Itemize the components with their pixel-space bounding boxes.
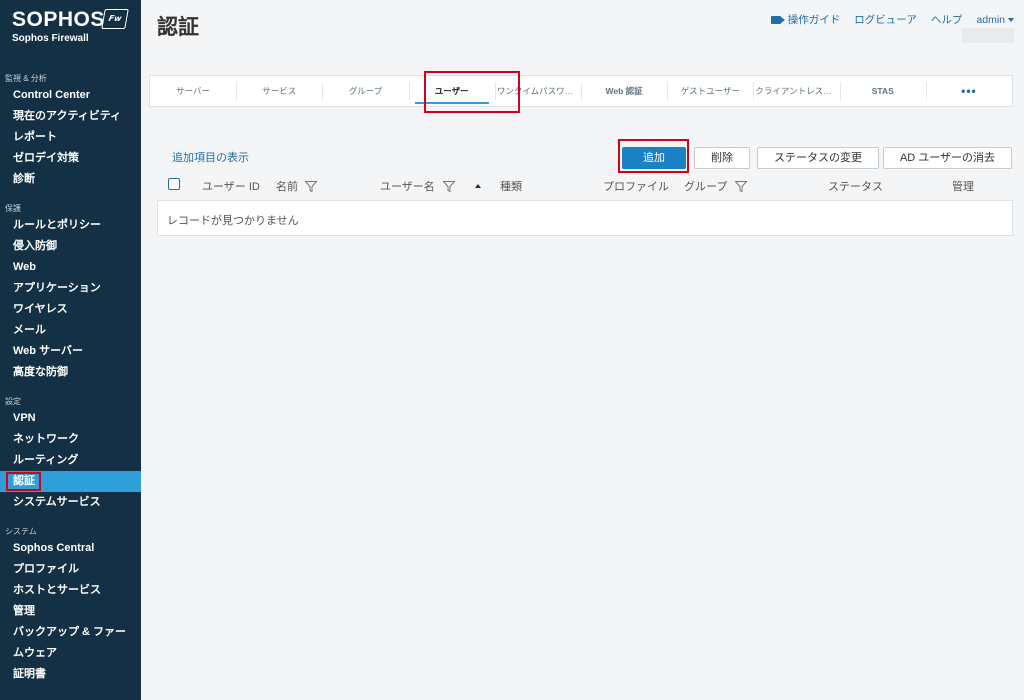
delete-button[interactable]: 削除 — [694, 147, 750, 169]
sidebar-item-applications[interactable]: アプリケーション — [0, 278, 141, 299]
user-menu-label: admin — [976, 13, 1005, 26]
guide-link[interactable]: 操作ガイド — [770, 12, 841, 27]
sidebar-item-network[interactable]: ネットワーク — [0, 429, 141, 450]
sidebar-item-sophos-central[interactable]: Sophos Central — [0, 538, 141, 559]
add-button[interactable]: 追加 — [622, 147, 686, 169]
sidebar-item-diagnostics[interactable]: 診断 — [0, 169, 141, 190]
sidebar-item-certificates[interactable]: 証明書 — [0, 664, 141, 685]
sidebar-item-email[interactable]: メール — [0, 320, 141, 341]
change-status-button[interactable]: ステータスの変更 — [757, 147, 879, 169]
sidebar-item-rules-policies[interactable]: ルールとポリシー — [0, 215, 141, 236]
nav-section-monitor: 監視 & 分析 — [5, 74, 47, 83]
purge-ad-users-button[interactable]: AD ユーザーの消去 — [883, 147, 1012, 169]
sidebar-item-web[interactable]: Web — [0, 257, 141, 278]
checkbox-icon — [168, 178, 180, 190]
column-username[interactable]: ユーザー名 — [380, 178, 481, 194]
sidebar-item-vpn[interactable]: VPN — [0, 408, 141, 429]
select-all-checkbox[interactable] — [168, 178, 180, 190]
tab-groups[interactable]: グループ — [322, 76, 408, 106]
tab-services[interactable]: サービス — [236, 76, 322, 106]
nav-section-protect: 保護 — [5, 204, 21, 213]
highlight-box — [6, 472, 41, 491]
tab-web-authentication[interactable]: Web 認証 — [581, 76, 667, 106]
guide-link-label: 操作ガイド — [787, 14, 841, 26]
sidebar-item-authentication[interactable]: 認証 — [0, 471, 141, 492]
filter-icon[interactable] — [442, 180, 455, 192]
main-content: 認証 操作ガイド ログビューア ヘルプ admin サーバー サービス グループ… — [141, 0, 1024, 700]
top-links: 操作ガイド ログビューア ヘルプ admin — [757, 12, 1014, 27]
column-profile[interactable]: プロファイル — [603, 178, 669, 194]
tab-one-time-password[interactable]: ワンタイムパスワー… — [494, 76, 581, 106]
table-empty-row: レコードが見つかりません — [157, 200, 1013, 236]
column-name-label: 名前 — [276, 181, 298, 193]
tab-servers[interactable]: サーバー — [150, 76, 236, 106]
tab-stas[interactable]: STAS — [839, 76, 926, 106]
video-camera-icon — [770, 15, 785, 24]
nav-section-system: システム — [5, 527, 37, 536]
column-username-label: ユーザー名 — [380, 181, 435, 193]
sidebar-item-wireless[interactable]: ワイヤレス — [0, 299, 141, 320]
table-header: ユーザー ID 名前 ユーザー名 種類 プロファイル グループ ステータス 管理 — [157, 174, 1013, 196]
sidebar: SOPHOS Sophos Firewall Fw 監視 & 分析 Contro… — [0, 0, 141, 700]
column-status[interactable]: ステータス — [828, 178, 883, 194]
firewall-badge-icon: Fw — [101, 9, 129, 29]
sidebar-item-advanced-protection[interactable]: 高度な防御 — [0, 362, 141, 383]
sidebar-item-current-activity[interactable]: 現在のアクティビティ — [0, 106, 141, 127]
filter-icon[interactable] — [735, 180, 748, 192]
page-title: 認証 — [157, 16, 199, 39]
column-manage: 管理 — [952, 181, 974, 193]
help-link[interactable]: ヘルプ — [931, 12, 963, 27]
sidebar-item-profiles[interactable]: プロファイル — [0, 559, 141, 580]
sidebar-item-control-center[interactable]: Control Center — [0, 85, 141, 106]
log-viewer-link[interactable]: ログビューア — [854, 12, 917, 27]
sidebar-item-system-services[interactable]: システムサービス — [0, 492, 141, 513]
more-tabs-icon[interactable]: ••• — [925, 76, 1012, 106]
empty-message: レコードが見つかりません — [167, 215, 299, 227]
sidebar-item-backup-firmware[interactable]: バックアップ & ファームウェア — [0, 622, 141, 664]
show-additional-fields-link[interactable]: 追加項目の表示 — [172, 149, 249, 165]
column-name[interactable]: 名前 — [276, 178, 317, 194]
filter-icon[interactable] — [305, 180, 317, 192]
sophos-logo[interactable]: SOPHOS Sophos Firewall Fw — [0, 0, 141, 58]
sidebar-item-zero-day[interactable]: ゼロデイ対策 — [0, 148, 141, 169]
column-type[interactable]: 種類 — [500, 178, 522, 194]
column-group-label: グループ — [684, 181, 728, 193]
sidebar-item-reports[interactable]: レポート — [0, 127, 141, 148]
tab-clientless-users[interactable]: クライアントレスユー… — [753, 76, 840, 106]
chevron-down-icon — [1008, 17, 1014, 22]
user-info-box — [962, 28, 1014, 43]
sort-ascending-icon[interactable] — [474, 184, 481, 188]
sidebar-item-routing[interactable]: ルーティング — [0, 450, 141, 471]
user-menu[interactable]: admin — [976, 14, 1014, 26]
sidebar-item-intrusion-prevention[interactable]: 侵入防御 — [0, 236, 141, 257]
sidebar-item-web-server[interactable]: Web サーバー — [0, 341, 141, 362]
product-name: Sophos Firewall — [12, 33, 89, 44]
tab-users[interactable]: ユーザー — [408, 76, 495, 106]
nav-section-configure: 設定 — [5, 397, 21, 406]
column-group[interactable]: グループ — [684, 178, 748, 194]
tab-bar: サーバー サービス グループ ユーザー ワンタイムパスワー… Web 認証 ゲス… — [149, 75, 1013, 107]
sidebar-item-hosts-services[interactable]: ホストとサービス — [0, 580, 141, 601]
sidebar-item-administration[interactable]: 管理 — [0, 601, 141, 622]
tab-guest-users[interactable]: ゲストユーザー — [667, 76, 753, 106]
column-user-id[interactable]: ユーザー ID — [202, 178, 260, 194]
